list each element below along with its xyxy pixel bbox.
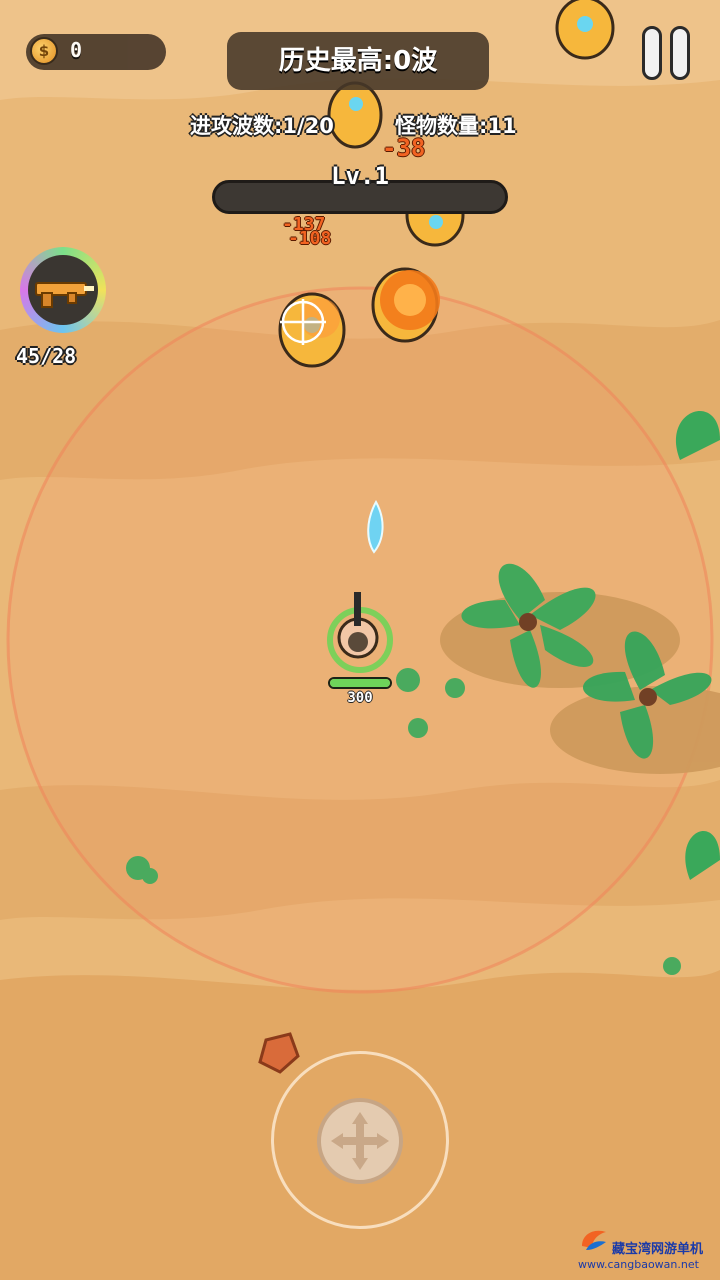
player-hp-value: 300 — [347, 690, 373, 706]
coin-counter: $ 0 — [26, 34, 166, 70]
player-hp-fill — [330, 679, 390, 687]
damage-number: -108 — [288, 228, 332, 249]
damage-number: -38 — [382, 134, 426, 162]
coin-icon: $ — [30, 37, 58, 65]
golden-rifle-icon — [35, 282, 94, 308]
pause-icon — [642, 26, 662, 80]
watermark-logo — [582, 1230, 606, 1250]
weapon-slot-button[interactable] — [20, 247, 106, 333]
pause-button[interactable] — [642, 26, 698, 82]
dpad-arrows-icon — [331, 1112, 389, 1170]
player-gun — [354, 592, 361, 626]
wave-counter: 进攻波数:1/20 — [190, 114, 334, 138]
watermark-name: 藏宝湾网游单机 — [612, 1242, 704, 1257]
player-hp-bar — [328, 677, 392, 689]
best-record-banner: 历史最高:0波 — [227, 32, 489, 90]
watermark-url: www.cangbaowan.net — [578, 1258, 699, 1271]
level-label: Lv.1 — [331, 162, 389, 190]
coin-count: 0 — [70, 38, 83, 62]
ammo-counter: 45/28 — [16, 344, 77, 368]
joystick-knob[interactable] — [317, 1098, 403, 1184]
